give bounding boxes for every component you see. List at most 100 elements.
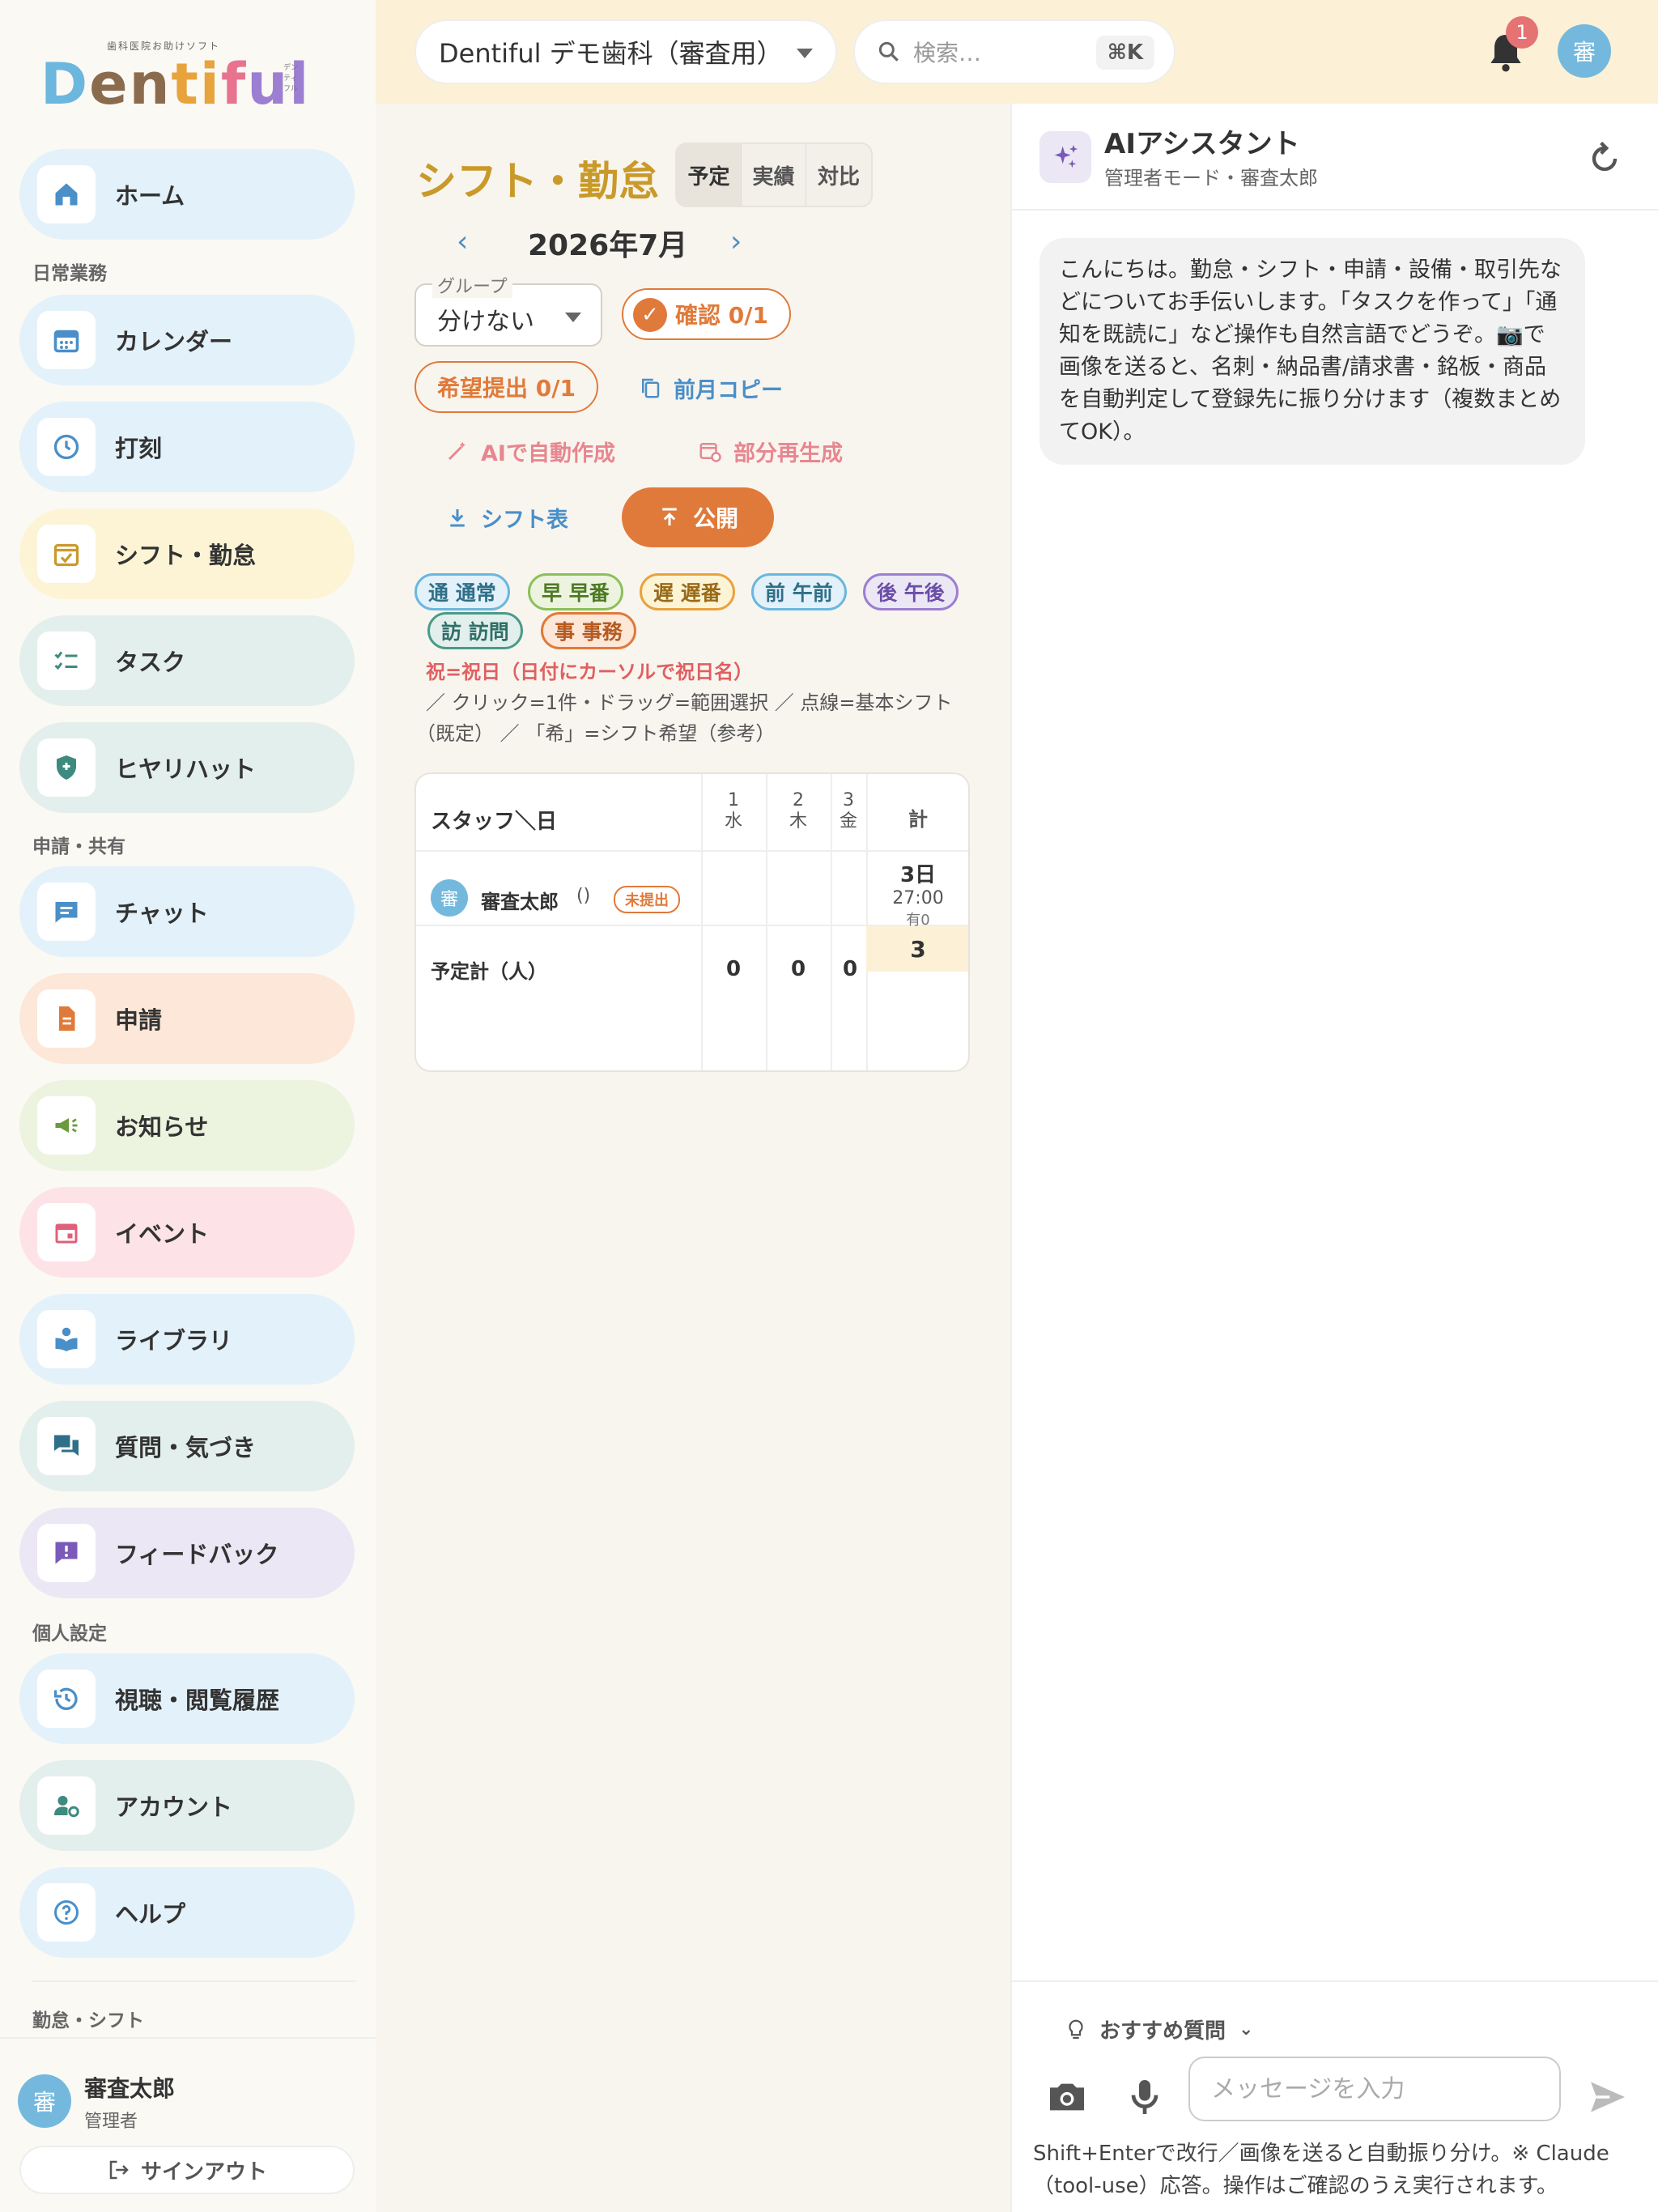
header-total: 計: [908, 808, 928, 831]
header-staff: スタッフ＼日: [431, 810, 558, 834]
message-input[interactable]: [1188, 2057, 1561, 2121]
logo-wordmark: Dentiful: [40, 51, 311, 117]
sidebar-item-history[interactable]: 視聴・閲覧履歴: [19, 1653, 355, 1744]
calendar-icon: [37, 311, 96, 369]
sidebar-item-request[interactable]: 申請: [19, 973, 355, 1064]
shift-cell[interactable]: [703, 852, 766, 925]
send-icon[interactable]: [1585, 2074, 1630, 2120]
sum-total: 3: [866, 926, 968, 972]
publish-button[interactable]: 公開: [622, 487, 774, 547]
shift-cell[interactable]: [767, 852, 831, 925]
legend-morning: 前 午前: [751, 573, 847, 610]
sidebar-item-feedback[interactable]: フィードバック: [19, 1508, 355, 1598]
staff-total: 3日 27:00 有0: [892, 863, 944, 929]
chevron-right-icon[interactable]: ›: [730, 225, 742, 258]
event-icon: [37, 1203, 96, 1261]
tab-plan[interactable]: 予定: [677, 144, 742, 206]
document-icon: [37, 989, 96, 1048]
shift-cell[interactable]: [832, 852, 866, 925]
dentiful-logo[interactable]: 歯科医院お助けソフト Dentiful デンティフル: [40, 36, 308, 117]
clock-icon: [37, 418, 96, 476]
legend-late: 遅 遅番: [640, 573, 735, 610]
shift-table: スタッフ＼日 1水 2木 3金 計 審 審査太郎 () 未提出 3日 27:00…: [414, 772, 970, 1072]
holiday-note: 祝=祝日（日付にカーソルで祝日名）: [426, 661, 754, 683]
day-header-3[interactable]: 3金: [831, 790, 866, 832]
legend-normal: 通 通常: [414, 573, 510, 610]
sidebar-item-library[interactable]: ライブラリ: [19, 1294, 355, 1385]
refresh-icon[interactable]: [1584, 138, 1626, 180]
day-header-2[interactable]: 2木: [766, 790, 831, 832]
calendar-check-icon: [37, 525, 96, 583]
section-share: 申請・共有: [32, 836, 125, 857]
confirm-button[interactable]: ✓ 確認 0/1: [622, 288, 791, 340]
account-settings-icon: [37, 1776, 96, 1835]
group-select[interactable]: グループ 分けない: [414, 272, 602, 347]
copy-prev-month-button[interactable]: 前月コピー: [638, 368, 783, 408]
calendar-sync-icon: [699, 443, 721, 462]
group-label: グループ: [432, 272, 512, 298]
chat-subtitle: 管理者モード・審査太郎: [1104, 167, 1318, 189]
staff-name: 審査太郎: [481, 891, 559, 913]
ai-create-button[interactable]: AIで自動作成: [445, 431, 615, 471]
help-icon: [37, 1883, 96, 1942]
sidebar-item-shift[interactable]: シフト・勤怠: [19, 508, 355, 599]
day-header-1[interactable]: 1水: [701, 790, 766, 832]
sidebar-item-event[interactable]: イベント: [19, 1187, 355, 1278]
help-note-2: （既定） ／ 「希」=シフト希望（参考）: [416, 722, 776, 745]
page-title: シフト・勤怠: [416, 158, 659, 205]
clinic-select[interactable]: Dentiful デモ歯科（審査用）: [414, 19, 837, 84]
sidebar-item-task[interactable]: タスク: [19, 615, 355, 706]
sidebar-item-calendar[interactable]: カレンダー: [19, 295, 355, 385]
partial-regenerate-button[interactable]: 部分再生成: [698, 431, 843, 471]
search-icon: [878, 41, 899, 62]
upload-icon: [662, 508, 677, 525]
user-avatar[interactable]: 審: [1558, 24, 1611, 78]
camera-icon[interactable]: [1044, 2074, 1090, 2120]
feedback-icon: [37, 1524, 96, 1582]
sidebar-item-chat[interactable]: チャット: [19, 866, 355, 957]
legend-office: 事 事務: [541, 612, 636, 649]
suggested-questions-toggle[interactable]: おすすめ質問 ⌄: [1064, 2014, 1253, 2044]
topbar: Dentiful デモ歯科（審査用） 検索… ⌘K 1 審: [376, 0, 1658, 104]
status-badge: 未提出: [614, 886, 680, 913]
legend-afternoon: 後 午後: [863, 573, 959, 610]
avatar[interactable]: 審: [18, 2074, 71, 2128]
home-icon: [37, 165, 96, 223]
sum-label: 予定計（人）: [431, 960, 547, 983]
sidebar-item-home[interactable]: ホーム: [19, 149, 355, 240]
chat-title: AIアシスタント: [1104, 128, 1300, 160]
legend-visit: 訪 訪問: [427, 612, 523, 649]
sidebar-item-account[interactable]: アカウント: [19, 1760, 355, 1851]
user-box: 審 審査太郎 管理者 サインアウト: [0, 2037, 376, 2212]
microphone-icon[interactable]: [1122, 2074, 1167, 2120]
forum-icon: [37, 1417, 96, 1475]
search-box[interactable]: 検索… ⌘K: [853, 19, 1175, 84]
wish-submit-button[interactable]: 希望提出 0/1: [414, 361, 598, 413]
sparkle-icon: [1039, 131, 1091, 183]
check-circle-icon: ✓: [633, 298, 667, 332]
shift-main: シフト・勤怠 予定 実績 対比 ‹ 2026年7月 › グループ 分けない ✓ …: [376, 104, 1010, 2212]
user-role: 管理者: [84, 2112, 138, 2132]
search-placeholder: 検索…: [913, 40, 982, 66]
signout-button[interactable]: サインアウト: [19, 2146, 355, 2194]
tab-compare[interactable]: 対比: [806, 144, 871, 206]
sidebar-item-help[interactable]: ヘルプ: [19, 1867, 355, 1958]
section-personal: 個人設定: [32, 1623, 107, 1644]
view-tabs: 予定 実績 対比: [675, 143, 873, 207]
group-value: 分けない: [437, 308, 534, 336]
section-bottom: 勤怠・シフト: [32, 2010, 144, 2031]
staff-paren: (): [576, 886, 591, 906]
sidebar-item-clock[interactable]: 打刻: [19, 402, 355, 492]
sum-value: 0: [725, 957, 742, 981]
legend-early: 早 早番: [528, 573, 623, 610]
user-name: 審査太郎: [84, 2075, 176, 2102]
sidebar-item-question[interactable]: 質問・気づき: [19, 1401, 355, 1491]
tab-actual[interactable]: 実績: [742, 144, 806, 206]
sidebar-item-notice[interactable]: お知らせ: [19, 1080, 355, 1171]
chevron-left-icon[interactable]: ‹: [457, 225, 468, 258]
shift-table-download-button[interactable]: シフト表: [445, 497, 568, 538]
chat-icon: [37, 883, 96, 941]
chevron-down-icon: ⌄: [1239, 2019, 1254, 2040]
sidebar-item-hiyari[interactable]: ヒヤリハット: [19, 722, 355, 813]
history-icon: [37, 1670, 96, 1728]
